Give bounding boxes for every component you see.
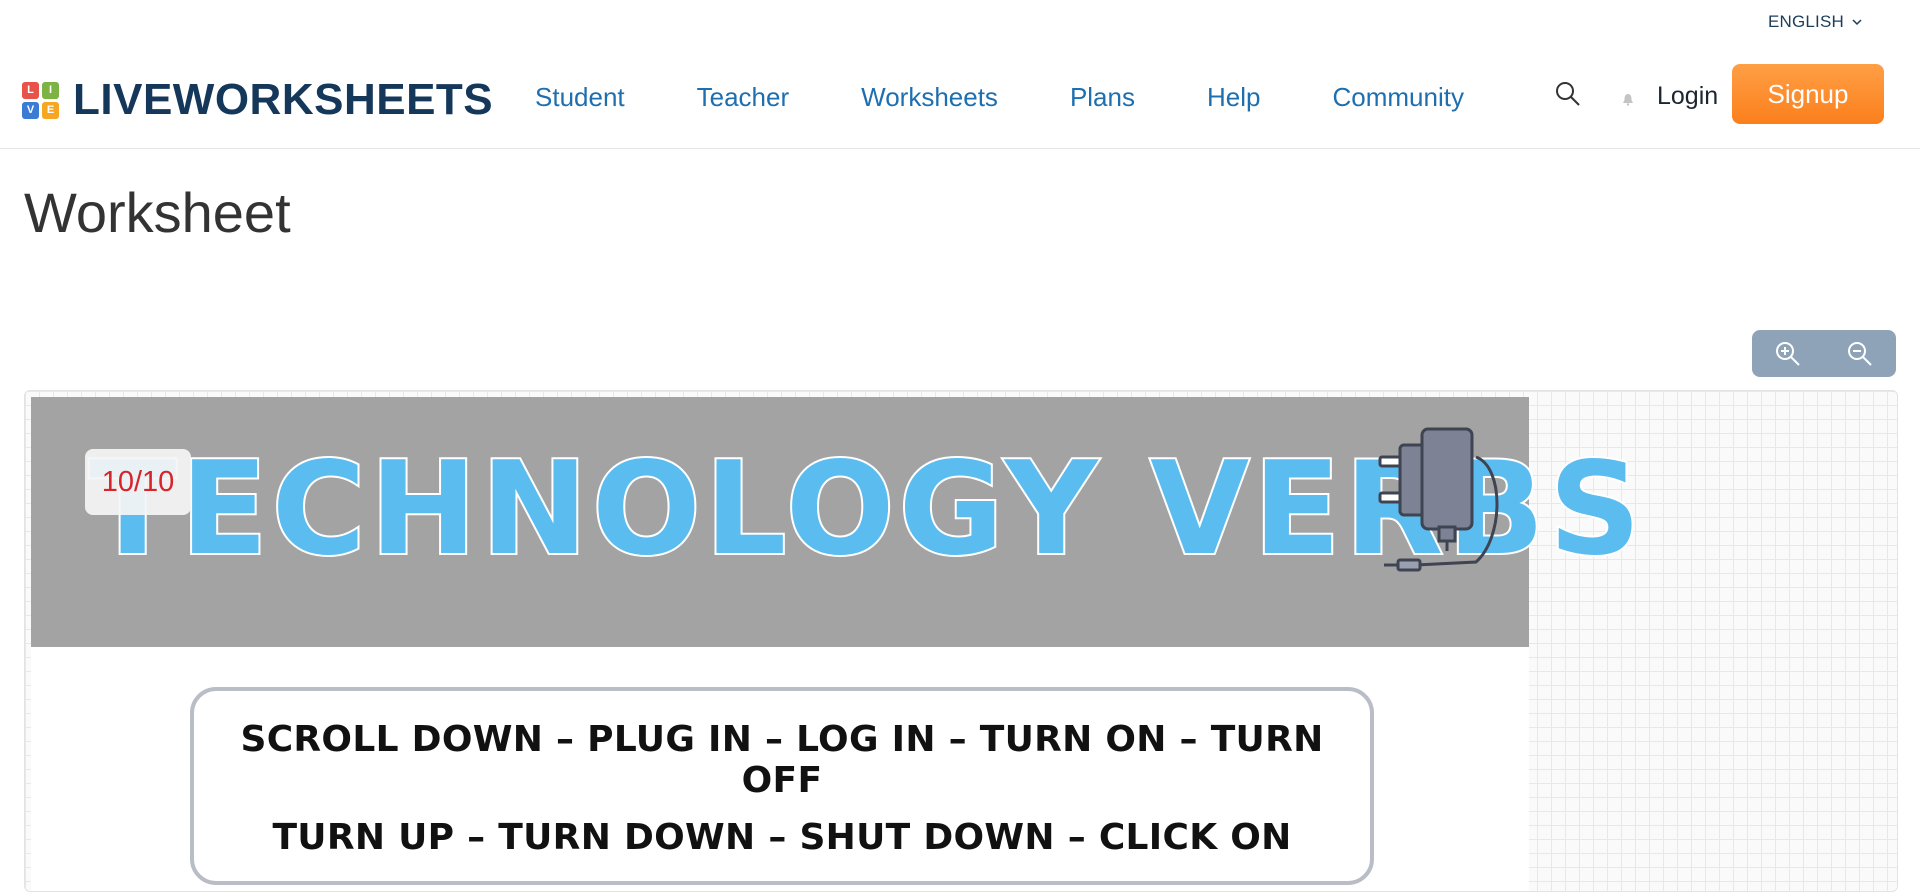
site-logo[interactable]: L I V E LIVEWORKSHEETS bbox=[22, 78, 493, 122]
worksheet-page: TECHNOLOGY VERBS 10/10 SCROLL DOWN – PLU… bbox=[31, 397, 1643, 891]
banner-scallop-edge bbox=[31, 627, 1529, 647]
zoom-controls bbox=[1752, 330, 1896, 377]
verb-bank-box: SCROLL DOWN – PLUG IN – LOG IN – TURN ON… bbox=[190, 687, 1374, 885]
verb-line: SCROLL DOWN – PLUG IN – LOG IN – TURN ON… bbox=[240, 719, 1324, 801]
main-nav: Student Teacher Worksheets Plans Help Co… bbox=[535, 80, 1536, 114]
logo-text: LIVEWORKSHEETS bbox=[73, 75, 494, 124]
zoom-in-icon bbox=[1776, 341, 1800, 366]
worksheet-frame: TECHNOLOGY VERBS 10/10 SCROLL DOWN – PLU… bbox=[24, 390, 1898, 892]
zoom-out-icon bbox=[1848, 341, 1872, 366]
zoom-in-button[interactable] bbox=[1773, 339, 1803, 369]
logo-letter-v: V bbox=[22, 101, 39, 119]
score-badge: 10/10 bbox=[85, 449, 191, 515]
nav-student[interactable]: Student bbox=[535, 80, 625, 114]
language-selector[interactable]: ENGLISH bbox=[1768, 12, 1862, 32]
page-title: Worksheet bbox=[24, 181, 291, 244]
nav-community[interactable]: Community bbox=[1332, 80, 1463, 114]
site-header: L I V E LIVEWORKSHEETS Student Teacher W… bbox=[0, 52, 1920, 149]
worksheet-banner: TECHNOLOGY VERBS bbox=[31, 397, 1643, 647]
nav-plans[interactable]: Plans bbox=[1070, 80, 1135, 114]
logo-letter-l: L bbox=[22, 81, 39, 99]
logo-mark: L I V E bbox=[22, 81, 59, 119]
signup-button[interactable]: Signup bbox=[1732, 64, 1884, 124]
login-link[interactable]: Login bbox=[1657, 82, 1718, 111]
chevron-down-icon bbox=[1852, 19, 1862, 26]
search-icon[interactable] bbox=[1554, 80, 1582, 108]
zoom-out-button[interactable] bbox=[1845, 339, 1875, 369]
language-label: ENGLISH bbox=[1767, 12, 1844, 31]
charger-plug-icon bbox=[1378, 427, 1499, 572]
logo-letter-e: E bbox=[42, 101, 59, 119]
logo-letter-i: I bbox=[42, 81, 59, 99]
nav-teacher[interactable]: Teacher bbox=[697, 80, 790, 114]
nav-worksheets[interactable]: Worksheets bbox=[861, 80, 998, 114]
verb-line: TURN UP – TURN DOWN – SHUT DOWN – CLICK … bbox=[272, 817, 1292, 858]
nav-help[interactable]: Help bbox=[1207, 80, 1260, 114]
bell-icon[interactable] bbox=[1622, 92, 1634, 106]
